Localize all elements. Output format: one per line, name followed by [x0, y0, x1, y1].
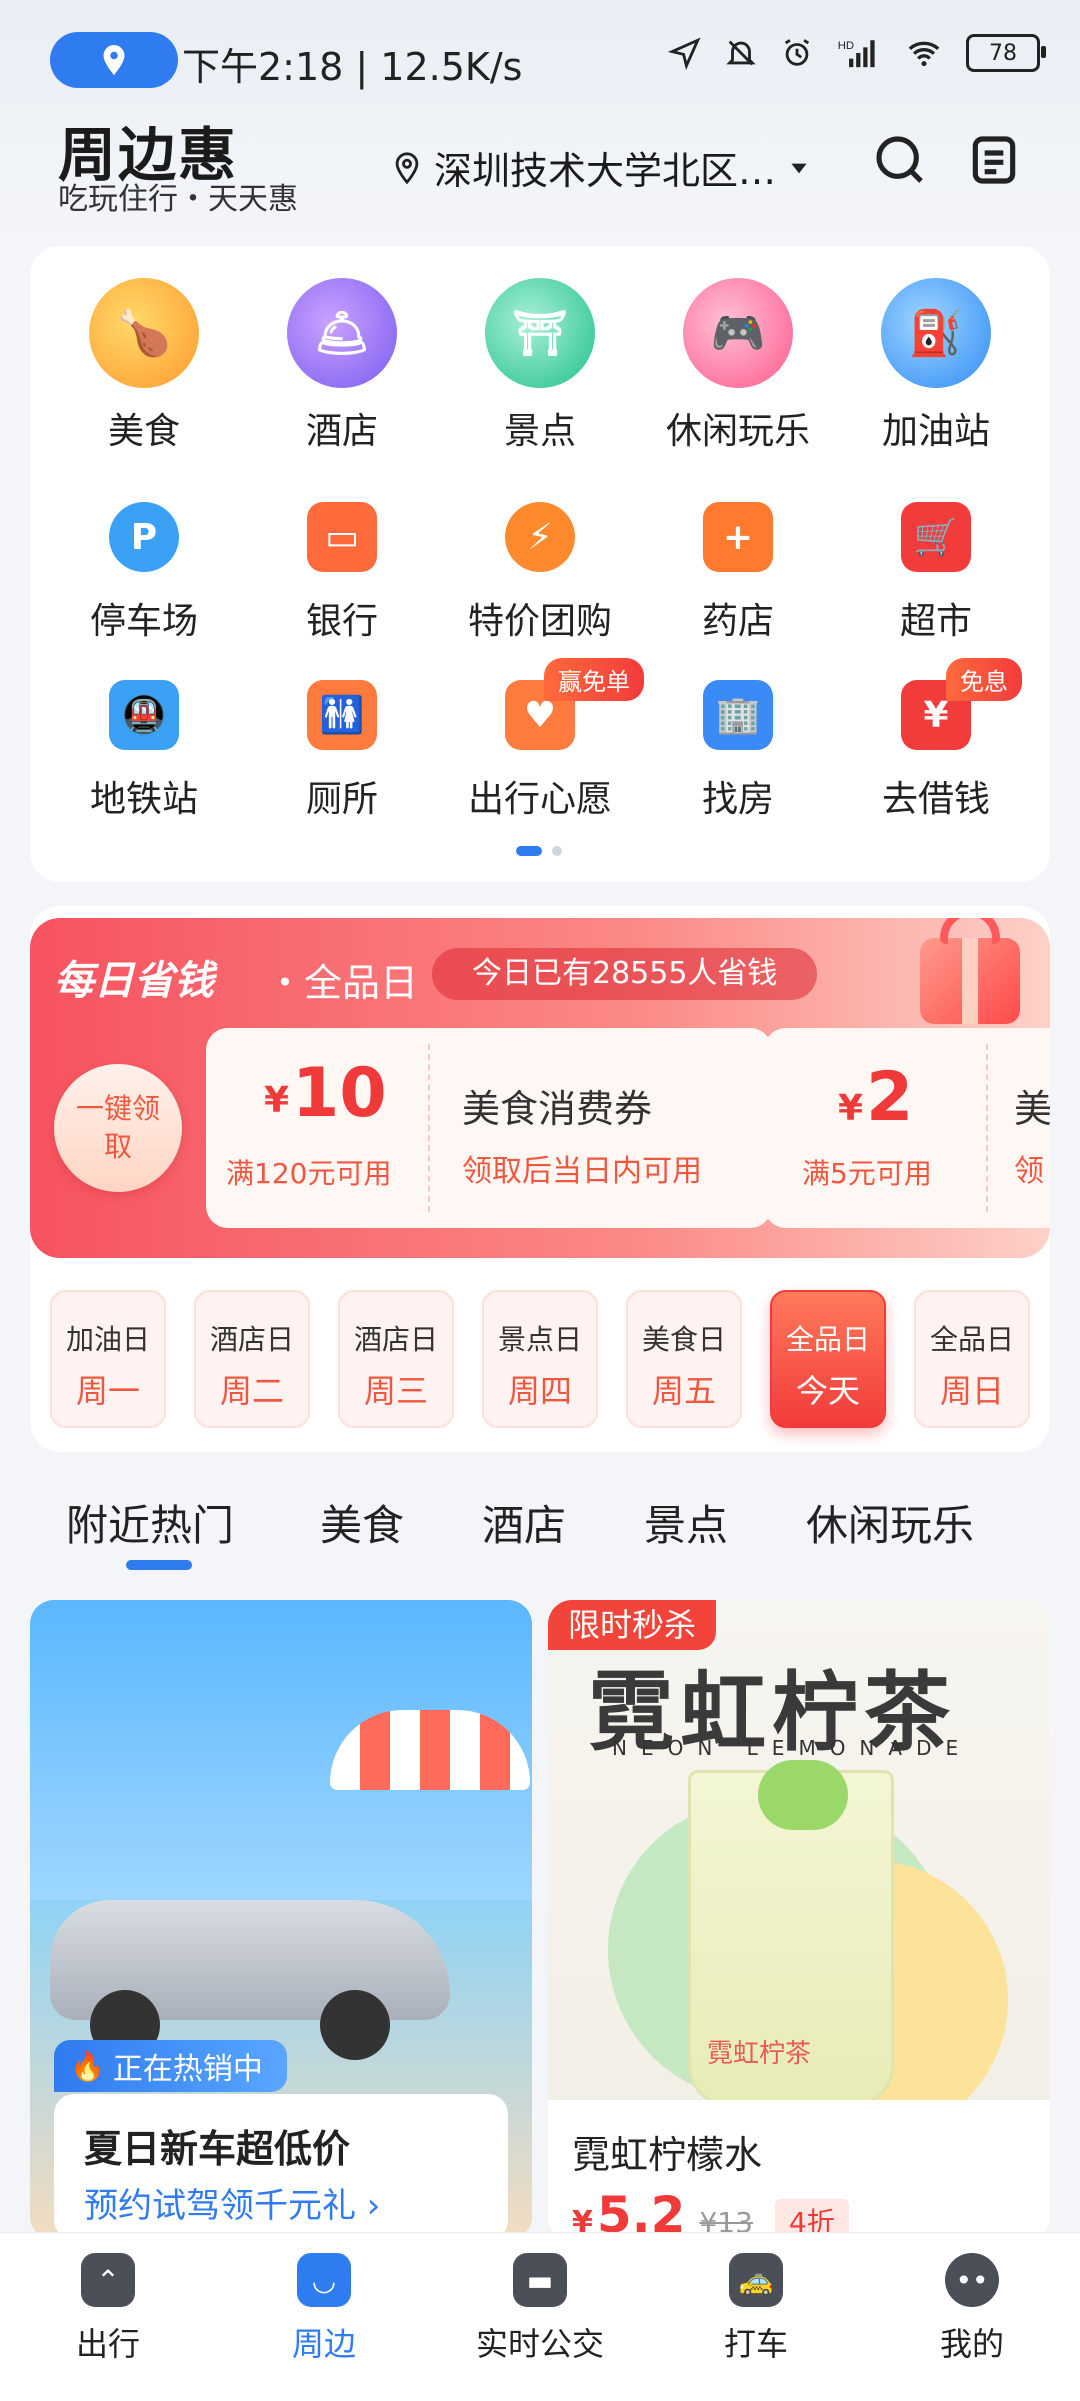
fuel-pump-icon: ⛽ [881, 278, 991, 388]
nav-travel[interactable]: ⌃ 出行 [38, 2253, 178, 2365]
category-group-buy[interactable]: ⚡ 特价团购 [450, 482, 630, 644]
tab-hotel[interactable]: 酒店 [482, 1492, 566, 1553]
coupon-desc: 领 [1014, 1154, 1044, 1189]
claim-all-button[interactable]: 一键领取 [54, 1064, 182, 1192]
shopping-bag-icon: ◡ [297, 2253, 351, 2307]
category-pharmacy[interactable]: + 药店 [648, 482, 828, 644]
shopping-cart-icon: 🛒 [901, 502, 971, 572]
brand-english: NEON LEMONADE [612, 1736, 973, 1760]
weekday-today[interactable]: 全品日 今天 [770, 1290, 886, 1428]
category-gas-station[interactable]: ⛽ 加油站 [846, 278, 1026, 454]
page-indicator-active [516, 846, 542, 856]
coupon-condition: 满120元可用 [226, 1157, 392, 1190]
location-pin-icon [103, 45, 125, 75]
location-selector[interactable]: 深圳技术大学北区… [390, 140, 812, 195]
daily-savings-banner: 每日省钱 ・全品日 今日已有28555人省钱 一键领取 ¥ 10 满120元可用… [30, 918, 1050, 1258]
coupon-condition: 满5元可用 [802, 1157, 932, 1190]
coupon-name: 美食消费券 [462, 1087, 653, 1131]
hotel-icon: 🛎 [287, 278, 397, 388]
parking-icon: P [109, 502, 179, 572]
page-indicator-dot [552, 846, 562, 856]
lightning-icon: ⚡ [505, 502, 575, 572]
weekday-tuesday[interactable]: 酒店日 周二 [194, 1290, 310, 1428]
navigation-icon [668, 37, 701, 70]
wifi-icon [908, 41, 940, 67]
category-find-house[interactable]: 🏢 找房 [648, 660, 828, 822]
promo-day-label: ・全品日 [266, 961, 419, 1005]
feed-subtitle-link[interactable]: 预约试驾领千元礼 › [84, 2178, 380, 2227]
category-scenic[interactable]: ⛩ 景点 [450, 278, 630, 454]
battery-indicator: 78 [966, 34, 1046, 72]
subway-icon: 🚇 [109, 680, 179, 750]
coupon-desc: 领取后当日内可用 [462, 1154, 702, 1189]
brand-slogan: 吃玩住行・天天惠 [58, 182, 298, 217]
savers-count-pill: 今日已有28555人省钱 [432, 948, 818, 1000]
coupon-second[interactable]: ¥ 2 满5元可用 美 领 [764, 1028, 1050, 1228]
product-title: 霓虹柠檬水 [572, 2133, 763, 2177]
svg-text:HD: HD [838, 40, 854, 52]
profile-avatar-icon: •• [945, 2253, 999, 2307]
location-sharing-pill[interactable] [50, 32, 178, 88]
fire-icon: 🔥 [70, 2049, 105, 2083]
umbrella-icon [330, 1710, 530, 1790]
taxi-icon: 🚕 [729, 2253, 783, 2307]
feed-title: 夏日新车超低价 [84, 2127, 351, 2171]
coupon-name: 美 [1014, 1087, 1050, 1131]
search-icon[interactable] [872, 132, 928, 188]
food-icon: 🍗 [89, 278, 199, 388]
location-text: 深圳技术大学北区… [434, 149, 777, 193]
category-bank[interactable]: ▭ 银行 [252, 482, 432, 644]
hot-selling-badge: 🔥 正在热销中 [54, 2040, 287, 2092]
bank-card-icon: ▭ [307, 502, 377, 572]
tab-nearby-hot[interactable]: 附近热门 [66, 1492, 234, 1553]
pagoda-icon: ⛩ [485, 278, 595, 388]
coupon-food[interactable]: ¥ 10 满120元可用 美食消费券 领取后当日内可用 [206, 1028, 772, 1228]
travel-icon: ⌃ [81, 2253, 135, 2307]
status-time: 下午2:18 | 12.5K/s [182, 45, 523, 89]
category-food[interactable]: 🍗 美食 [54, 278, 234, 454]
weekday-sunday[interactable]: 全品日 周日 [914, 1290, 1030, 1428]
gamepad-icon: 🎮 [683, 278, 793, 388]
category-hotel[interactable]: 🛎 酒店 [252, 278, 432, 454]
weekday-friday[interactable]: 美食日 周五 [626, 1290, 742, 1428]
nav-taxi[interactable]: 🚕 打车 [686, 2253, 826, 2365]
location-icon [395, 151, 419, 184]
lemon-slice-icon [758, 1760, 848, 1830]
tab-food[interactable]: 美食 [320, 1492, 404, 1553]
caret-down-icon [791, 163, 807, 173]
category-subway[interactable]: 🚇 地铁站 [54, 660, 234, 822]
free-order-tag: 赢免单 [544, 658, 644, 701]
weekday-thursday[interactable]: 景点日 周四 [482, 1290, 598, 1428]
building-icon: 🏢 [703, 680, 773, 750]
category-supermarket[interactable]: 🛒 超市 [846, 482, 1026, 644]
category-parking[interactable]: P 停车场 [54, 482, 234, 644]
coupon-amount: 10 [292, 1054, 387, 1133]
medicine-icon: + [703, 502, 773, 572]
promo-title: 每日省钱 [54, 958, 214, 1004]
orders-list-icon[interactable] [966, 132, 1022, 188]
signal-icon: HD [838, 40, 875, 68]
tab-scenic[interactable]: 景点 [644, 1492, 728, 1553]
mute-bell-icon [726, 40, 756, 66]
tab-leisure[interactable]: 休闲玩乐 [806, 1492, 974, 1553]
coupon-amount: 2 [866, 1058, 914, 1137]
nav-nearby[interactable]: ◡ 周边 [254, 2253, 394, 2365]
gift-box-icon [910, 918, 1030, 1028]
feed-card-lemonade[interactable]: 限时秒杀 霓虹柠茶 NEON LEMONADE 霓虹柠茶 霓虹柠檬水 ¥ 5.2… [548, 1600, 1050, 2240]
active-tab-indicator [126, 1560, 192, 1570]
category-leisure[interactable]: 🎮 休闲玩乐 [648, 278, 828, 454]
category-toilet[interactable]: 🚻 厕所 [252, 660, 432, 822]
weekday-monday[interactable]: 加油日 周一 [50, 1290, 166, 1428]
bottom-navigation: ⌃ 出行 ◡ 周边 ▬ 实时公交 🚕 打车 •• 我的 [0, 2232, 1080, 2401]
nav-realtime-bus[interactable]: ▬ 实时公交 [470, 2253, 610, 2365]
nav-profile[interactable]: •• 我的 [902, 2253, 1042, 2365]
toilet-icon: 🚻 [307, 680, 377, 750]
weekday-wednesday[interactable]: 酒店日 周三 [338, 1290, 454, 1428]
interest-free-tag: 免息 [946, 658, 1022, 701]
alarm-icon [784, 39, 810, 66]
feed-card-car[interactable]: 🔥 正在热销中 夏日新车超低价 预约试驾领千元礼 › [30, 1600, 532, 2240]
bus-stop-icon: ▬ [513, 2253, 567, 2307]
